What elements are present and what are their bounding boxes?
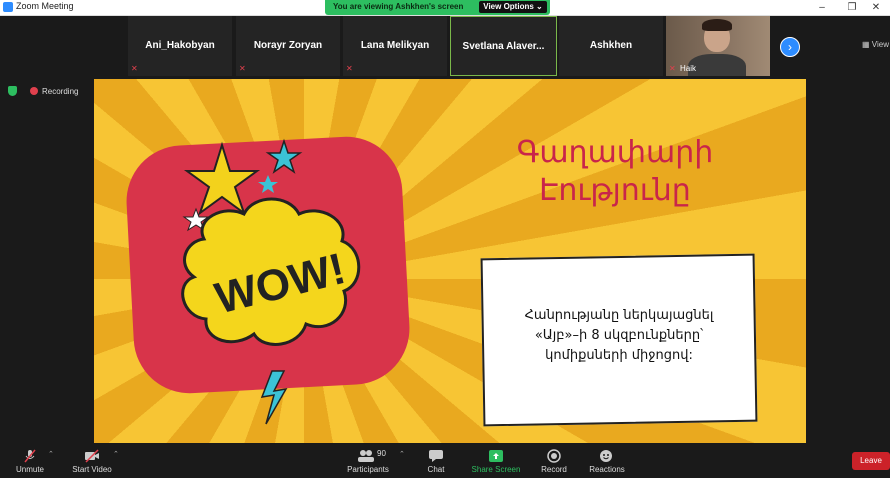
participant-name: Ani_Hakobyan — [145, 40, 215, 51]
unmute-button[interactable]: Unmute — [10, 444, 50, 478]
viewing-screen-message: You are viewing Ashkhen's screen — [333, 2, 464, 11]
participant-name: Lana Melikyan — [360, 40, 430, 51]
participants-count: 90 — [377, 449, 386, 458]
share-screen-button[interactable]: Share Screen — [470, 444, 522, 478]
minimize-button[interactable]: – — [808, 0, 836, 15]
star-cyan-small-icon — [258, 175, 278, 193]
smiley-reaction-icon — [600, 450, 612, 462]
participant-tile-active-speaker[interactable]: Svetlana Alaver... — [450, 16, 557, 76]
audio-options-caret-icon[interactable]: ⌃ — [48, 450, 54, 458]
chat-button[interactable]: Chat — [418, 444, 454, 478]
unmute-label: Unmute — [15, 465, 44, 474]
video-person-body — [688, 54, 746, 76]
window-title: Zoom Meeting — [16, 1, 74, 11]
grid-icon: ▦ — [862, 40, 872, 49]
chevron-right-icon: › — [788, 40, 792, 54]
recording-label: Recording — [42, 87, 79, 96]
participants-button[interactable]: 90 Participants — [342, 444, 394, 478]
screen-share-banner: You are viewing Ashkhen's screen View Op… — [325, 0, 550, 15]
video-person-hair — [702, 19, 732, 31]
participants-strip: Ani_Hakobyan ✕ Norayr Zoryan ✕ Lana Meli… — [0, 16, 890, 78]
next-participants-button[interactable]: › — [780, 37, 800, 57]
view-options-button[interactable]: View Options ⌄ — [479, 1, 547, 13]
reactions-label: Reactions — [589, 465, 625, 474]
muted-mic-icon: ✕ — [346, 64, 353, 73]
record-label: Record — [541, 465, 567, 474]
share-screen-icon — [489, 450, 503, 462]
muted-mic-icon: ✕ — [669, 64, 676, 73]
participant-tile[interactable]: Ashkhen — [559, 16, 663, 76]
muted-mic-icon: ✕ — [131, 64, 138, 73]
participant-tile[interactable]: Norayr Zoryan ✕ — [236, 16, 340, 76]
close-button[interactable]: ✕ — [862, 0, 890, 15]
star-cyan-icon — [265, 138, 303, 174]
leave-meeting-button[interactable]: Leave — [852, 452, 890, 470]
participant-name: Ashkhen — [589, 40, 633, 51]
participant-tile[interactable]: Ani_Hakobyan ✕ — [128, 16, 232, 76]
record-button[interactable]: Record — [534, 444, 574, 478]
shield-icon[interactable] — [8, 86, 17, 96]
participants-icon — [358, 450, 374, 462]
participants-label: Participants — [347, 465, 389, 474]
start-video-button[interactable]: Start Video — [66, 444, 118, 478]
participant-name: Svetlana Alaver... — [462, 41, 545, 52]
video-options-caret-icon[interactable]: ⌃ — [113, 450, 119, 458]
zoom-app-icon — [3, 2, 13, 12]
muted-microphone-icon — [24, 449, 36, 463]
view-label: View — [871, 40, 889, 49]
participants-options-caret-icon[interactable]: ⌃ — [399, 450, 405, 458]
meeting-toolbar: Unmute Start Video 90 Participants Chat … — [0, 444, 890, 478]
participant-video-tile[interactable]: ✕ Haik — [666, 16, 770, 76]
record-icon — [547, 449, 561, 463]
shared-screen-slide: WOW! — [94, 79, 806, 443]
participant-name: Haik — [680, 64, 697, 73]
participant-name: Norayr Zoryan — [253, 40, 323, 51]
recording-icon — [30, 87, 38, 95]
participant-tile[interactable]: Lana Melikyan ✕ — [343, 16, 447, 76]
star-yellow-icon — [183, 141, 261, 216]
reactions-button[interactable]: Reactions — [586, 444, 628, 478]
share-screen-label: Share Screen — [471, 465, 521, 474]
callout-box — [480, 253, 758, 427]
chat-icon — [429, 450, 443, 462]
chat-label: Chat — [427, 465, 445, 474]
muted-mic-icon: ✕ — [239, 64, 246, 73]
video-off-icon — [85, 449, 99, 463]
start-video-label: Start Video — [72, 465, 112, 474]
lightning-bolt-icon — [260, 370, 288, 425]
view-menu-button[interactable]: ▦ View — [862, 40, 889, 49]
